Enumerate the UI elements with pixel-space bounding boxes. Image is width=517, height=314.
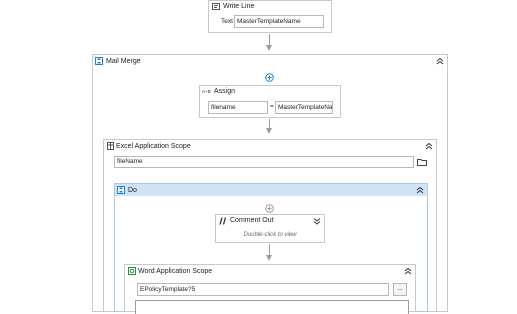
comment-out-hint: Double-click to view xyxy=(243,232,297,238)
expand-icon[interactable] xyxy=(313,217,321,225)
assign-value-input[interactable]: MasterTemplateNa xyxy=(275,101,333,114)
assign-icon: A+B xyxy=(202,89,211,94)
assign-header: A+B Assign xyxy=(200,86,340,97)
document-path-input[interactable]: EPolicyTemplate?5 xyxy=(137,283,389,296)
word-icon xyxy=(128,267,136,275)
mail-merge-header: Mail Merge xyxy=(93,55,447,67)
collapse-icon[interactable] xyxy=(425,142,433,150)
add-activity-icon[interactable] xyxy=(265,204,274,213)
assign-to-input[interactable]: filename xyxy=(208,101,268,114)
comment-out-header: Comment Out xyxy=(216,215,324,226)
assign-operator: = xyxy=(270,103,274,110)
write-line-activity[interactable]: Write Line Text MasterTemplateName xyxy=(208,0,332,33)
excel-icon xyxy=(107,142,114,150)
write-line-icon xyxy=(212,3,220,10)
add-activity-icon[interactable] xyxy=(265,73,274,82)
excel-scope-header: Excel Application Scope xyxy=(104,140,436,152)
connector-line xyxy=(269,119,270,128)
write-line-header: Write Line xyxy=(209,1,331,12)
word-scope-title: Word Application Scope xyxy=(138,267,213,275)
comment-out-activity[interactable]: Comment Out Double-click to view xyxy=(215,214,325,243)
excel-scope-title: Excel Application Scope xyxy=(116,142,191,150)
write-line-title: Write Line xyxy=(223,3,255,10)
word-application-scope[interactable]: Word Application Scope EPolicyTemplate?5… xyxy=(124,264,416,314)
do-title: Do xyxy=(128,186,137,194)
connector-arrow xyxy=(266,128,272,134)
text-label: Text xyxy=(221,18,233,25)
sequence-icon xyxy=(117,186,125,194)
comment-out-title: Comment Out xyxy=(230,217,274,224)
assign-title: Assign xyxy=(214,88,236,95)
connector-arrow xyxy=(266,45,272,51)
folder-icon[interactable] xyxy=(417,158,427,166)
comment-out-icon xyxy=(219,217,227,225)
browse-button[interactable]: ... xyxy=(393,283,407,296)
collapse-icon[interactable] xyxy=(416,186,424,194)
connector-line xyxy=(269,244,270,255)
mail-merge-title: Mail Merge xyxy=(106,57,141,65)
connector-arrow xyxy=(266,255,272,261)
word-scope-body xyxy=(135,300,409,314)
collapse-icon[interactable] xyxy=(404,267,412,275)
do-header: Do xyxy=(115,184,427,196)
word-scope-header: Word Application Scope xyxy=(125,265,415,277)
text-input[interactable]: MasterTemplateName xyxy=(234,15,324,28)
workbook-path-input[interactable]: fileName xyxy=(114,156,414,168)
collapse-icon[interactable] xyxy=(436,57,444,65)
assign-activity[interactable]: A+B Assign filename = MasterTemplateNa xyxy=(199,85,341,118)
sequence-icon xyxy=(95,57,103,65)
